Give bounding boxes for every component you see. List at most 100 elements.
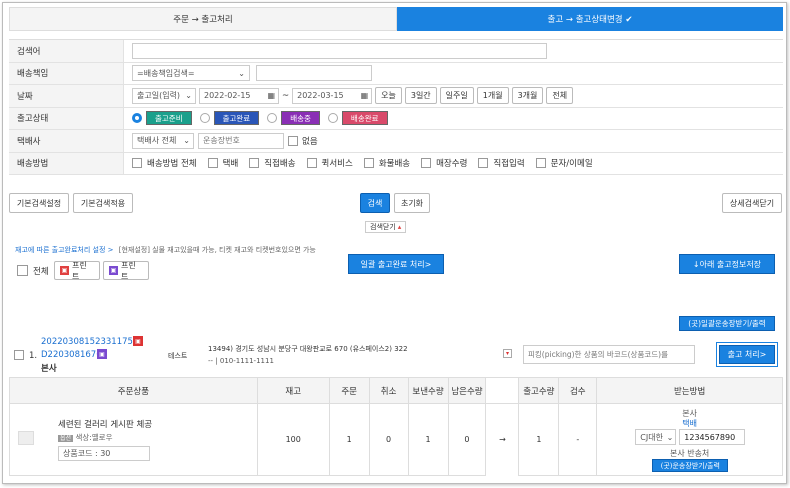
printer-icon: ▣ xyxy=(60,266,69,275)
status-done-badge[interactable]: 출고완료 xyxy=(213,111,260,126)
product-thumbnail xyxy=(18,431,34,445)
tracking-print-button[interactable]: (곳)운송장받기/출력 xyxy=(652,459,729,472)
product-name[interactable]: 세련된 걸러리 게시판 체공 xyxy=(58,418,257,430)
date-all-button[interactable]: 전체 xyxy=(546,87,574,105)
product-cell: 세련된 걸러리 게시판 체공 옵션 색상:옐로우 상품코드 : 30 xyxy=(9,403,258,476)
barcode-input[interactable] xyxy=(523,345,695,364)
mode-tabs: 주문 → 출고처리 출고 → 출고상태변경 ✔ xyxy=(9,7,783,31)
printer-icon: ▣ xyxy=(109,266,118,275)
method-sms-checkbox[interactable] xyxy=(535,158,546,169)
option-tag: 옵션 xyxy=(58,435,74,442)
col-cancel: 취소 xyxy=(368,377,409,404)
status-done-radio[interactable] xyxy=(199,113,210,124)
date-type-value: 출고일(입력) xyxy=(137,91,181,101)
print-button-2[interactable]: ▣ 프린트 xyxy=(103,260,149,281)
shipping-select-value: =배송책임검색= xyxy=(137,68,195,78)
col-remain: 남은수량 xyxy=(447,377,487,404)
date-today-button[interactable]: 오늘 xyxy=(375,87,402,105)
tracking-row-input[interactable]: 1234567890 xyxy=(679,429,746,445)
date-from-input[interactable]: 2022-02-15 ▦ xyxy=(199,87,279,104)
method-manual-label: 직접입력 xyxy=(493,159,525,170)
print-label-1: 프린트 xyxy=(71,260,87,281)
sub-order-number-link[interactable]: D2203081676 xyxy=(41,350,102,360)
method-quick-checkbox[interactable] xyxy=(306,158,317,169)
calendar-icon[interactable]: ▦ xyxy=(267,91,275,100)
method-pickup-checkbox[interactable] xyxy=(421,158,432,169)
basic-search-save-button[interactable]: 기본검색설정 xyxy=(9,193,69,213)
row-date: 날짜 출고일(입력) ⌄ 2022-02-15 ▦ ~ 2022-03-15 ▦ 오늘… xyxy=(9,85,783,108)
select-all-label: 전체 xyxy=(33,267,49,277)
date-3days-button[interactable]: 3일간 xyxy=(404,87,437,105)
method-pickup-label: 매장수령 xyxy=(436,159,468,170)
return-address: 본사 반송처 xyxy=(669,449,710,458)
status-ready-radio[interactable] xyxy=(132,113,142,124)
tab-order-to-ship[interactable]: 주문 → 출고처리 xyxy=(9,7,397,31)
arrow-icon: → xyxy=(485,403,520,476)
row-shipping: 배송책임 =배송책임검색= ⌄ xyxy=(9,62,783,85)
status-shipping-radio[interactable] xyxy=(267,113,278,124)
shipping-text-input[interactable] xyxy=(256,65,372,82)
process-wrapper: 출고 처리> xyxy=(716,342,778,367)
status-delivered-badge[interactable]: 배송완료 xyxy=(341,111,388,126)
carrier-row-value: CJ대한 xyxy=(640,432,663,442)
shipping-select[interactable]: =배송책임검색= ⌄ xyxy=(132,65,250,82)
carrier-row-select[interactable]: CJ대한 ⌄ xyxy=(635,429,677,445)
table-row: 세련된 걸러리 게시판 체공 옵션 색상:옐로우 상품코드 : 30 100 1… xyxy=(9,403,783,476)
ship-process-button[interactable]: 출고 처리> xyxy=(719,345,775,364)
print-label-2: 프린트 xyxy=(120,260,136,281)
tracking-number-input[interactable] xyxy=(198,132,284,149)
tab-ship-status[interactable]: 출고 → 출고상태변경 ✔ xyxy=(397,7,783,31)
search-form: 검색어 배송책임 =배송책임검색= ⌄ 날짜 출고일(입력) ⌄ 2022-02-1… xyxy=(9,39,783,175)
label-shipping: 배송책임 xyxy=(9,62,124,84)
status-shipping-badge[interactable]: 배송중 xyxy=(281,111,320,126)
col-stock: 재고 xyxy=(256,377,330,404)
bulk-complete-button[interactable]: 일괄 출고완료 처리> xyxy=(348,254,444,274)
bulk-tracking-button[interactable]: (곳)일괄운송장받기/출력 xyxy=(679,316,775,331)
order-checkbox[interactable] xyxy=(14,350,24,360)
inspect-value: - xyxy=(558,403,598,476)
method-all-checkbox[interactable] xyxy=(132,158,142,169)
receive-cell: 본사 택배 CJ대한 ⌄ 1234567890 본사 반송처 (곳)운송장받기/출… xyxy=(596,403,783,476)
search-collapse-toggle[interactable]: 검색닫기 ▴ xyxy=(365,221,407,233)
date-1month-button[interactable]: 1개월 xyxy=(476,87,509,105)
method-direct-checkbox[interactable] xyxy=(249,158,260,169)
receive-method-link[interactable]: 택배 xyxy=(597,418,782,429)
keyword-input[interactable] xyxy=(132,42,547,59)
label-keyword: 검색어 xyxy=(9,40,124,62)
col-ship-qty: 출고수량 xyxy=(518,377,560,404)
order-index: 1. xyxy=(29,351,38,361)
order-items-table: 주문상품 재고 주문 취소 보낸수량 남은수량 출고수량 검수 받는방법 세련된… xyxy=(9,377,783,476)
stock-setting-link[interactable]: 재고에 따른 출고완료처리 설정 > xyxy=(15,246,114,254)
status-delivered-radio[interactable] xyxy=(327,113,338,124)
method-manual-checkbox[interactable] xyxy=(478,158,489,169)
basic-search-apply-button[interactable]: 기본검색적용 xyxy=(73,193,133,213)
carrier-select-value: 택배사 전체 xyxy=(137,136,177,146)
stock-value: 100 xyxy=(256,403,330,476)
date-3month-button[interactable]: 3개월 xyxy=(511,87,544,105)
print-button-1[interactable]: ▣ 프린트 xyxy=(54,260,100,281)
select-all-checkbox[interactable] xyxy=(17,265,28,276)
carrier-select[interactable]: 택배사 전체 ⌄ xyxy=(132,132,194,149)
detail-search-close-button[interactable]: 상세검색닫기 xyxy=(722,193,782,213)
col-inspect: 검수 xyxy=(558,377,598,404)
order-number-link[interactable]: 2022030815233117531 xyxy=(41,337,144,347)
method-parcel-checkbox[interactable] xyxy=(207,158,218,169)
store-name: 본사 xyxy=(41,364,57,374)
caret-down-icon[interactable]: ▾ xyxy=(503,349,512,358)
col-arrow xyxy=(485,377,520,404)
search-button[interactable]: 검색 xyxy=(360,193,390,213)
date-to-input[interactable]: 2022-03-15 ▦ xyxy=(292,87,373,104)
printer-icon[interactable]: ▣ xyxy=(133,336,143,346)
col-product: 주문상품 xyxy=(9,377,258,404)
none-checkbox[interactable] xyxy=(288,135,298,146)
status-ready-badge[interactable]: 출고준비 xyxy=(146,111,192,126)
method-freight-checkbox[interactable] xyxy=(363,158,374,169)
save-below-button[interactable]: ↓아래 출고정보저장 xyxy=(679,254,775,274)
reset-button[interactable]: 초기화 xyxy=(394,193,430,213)
row-carrier: 택배사 택배사 전체 ⌄ 없음 xyxy=(9,130,783,153)
date-week-button[interactable]: 일주일 xyxy=(439,87,474,105)
printer-icon[interactable]: ▣ xyxy=(97,349,107,359)
date-to-value: 2022-03-15 xyxy=(297,91,344,101)
date-type-select[interactable]: 출고일(입력) ⌄ xyxy=(132,87,196,104)
calendar-icon[interactable]: ▦ xyxy=(361,91,369,100)
